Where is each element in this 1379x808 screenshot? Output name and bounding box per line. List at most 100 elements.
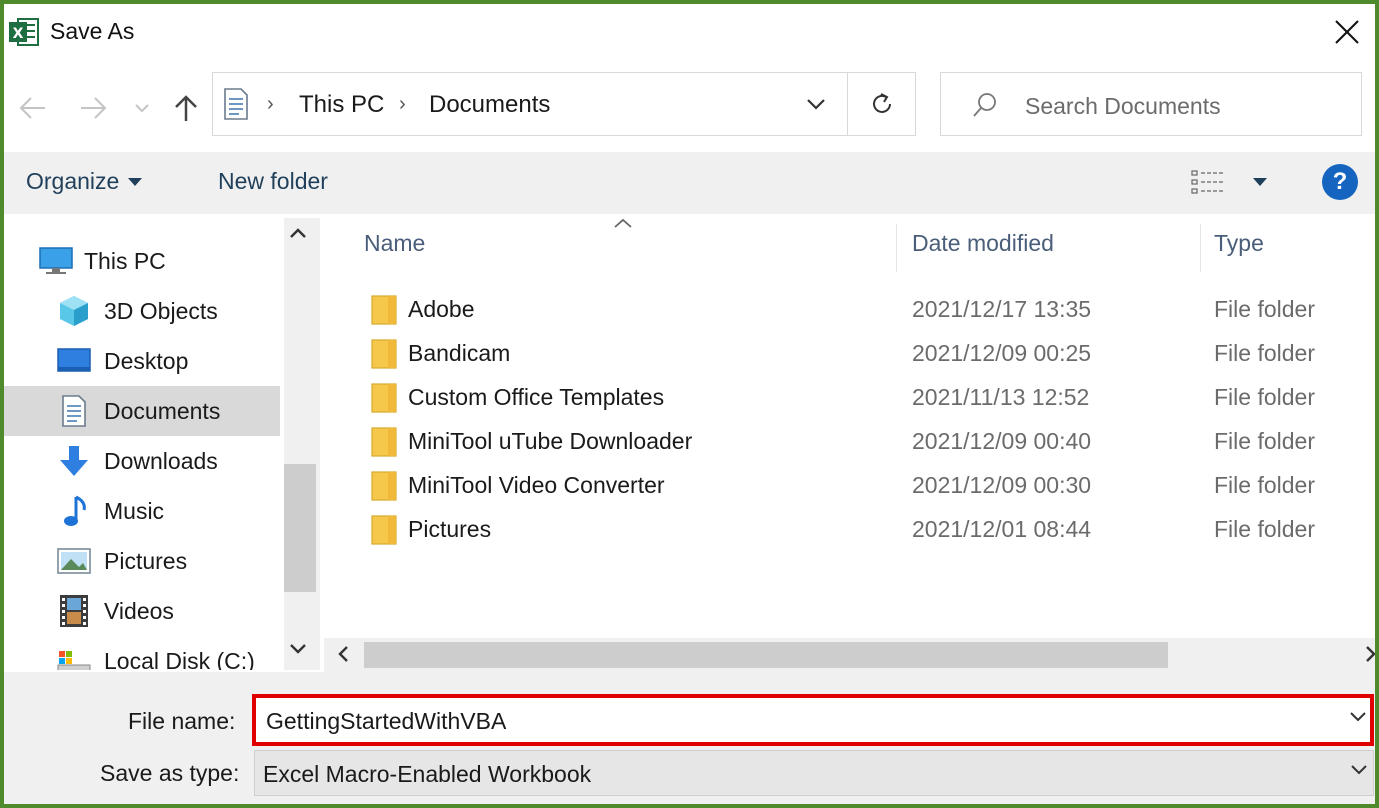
sidebar-item-videos[interactable]: Videos (4, 586, 280, 636)
search-icon (973, 93, 996, 117)
refresh-button[interactable] (847, 73, 915, 135)
sidebar-item-label: This PC (84, 247, 166, 274)
breadcrumb-this-pc[interactable]: This PC (299, 91, 384, 119)
file-date: 2021/12/01 08:44 (912, 516, 1092, 542)
save-as-type-value: Excel Macro-Enabled Workbook (263, 761, 592, 787)
address-dropdown-button[interactable] (801, 89, 831, 119)
chevron-down-icon[interactable] (1348, 710, 1368, 724)
file-date: 2021/12/09 00:25 (912, 340, 1092, 366)
sidebar-item-label: Documents (104, 397, 221, 424)
list-item[interactable]: Custom Office Templates 2021/11/13 12:52… (324, 376, 1375, 420)
list-item[interactable]: Pictures 2021/12/01 08:44 File folder (324, 508, 1375, 552)
sidebar-item-local-disk[interactable]: Local Disk (C:) (4, 636, 280, 670)
file-name-input[interactable] (266, 706, 1326, 736)
list-item[interactable]: Adobe 2021/12/17 13:35 File folder (324, 288, 1375, 332)
close-button[interactable] (1319, 4, 1375, 60)
back-arrow-icon (19, 97, 45, 119)
file-name-field[interactable] (252, 694, 1374, 746)
chevron-left-icon (338, 646, 348, 662)
title-bar: X Save As (4, 4, 1375, 64)
scrollbar-thumb[interactable] (364, 642, 1168, 668)
file-date: 2021/11/13 12:52 (912, 384, 1090, 410)
window-title: Save As (50, 18, 135, 44)
organize-button[interactable]: Organize (26, 168, 143, 195)
svg-text:X: X (13, 26, 24, 42)
file-type: File folder (1214, 516, 1315, 542)
folder-icon (371, 427, 397, 457)
sidebar-item-this-pc[interactable]: This PC (4, 236, 280, 286)
column-divider[interactable] (896, 224, 897, 272)
refresh-icon (872, 93, 891, 113)
list-item[interactable]: MiniTool uTube Downloader 2021/12/09 00:… (324, 420, 1375, 464)
help-button[interactable]: ? (1322, 164, 1358, 200)
desktop-icon (56, 343, 92, 379)
forward-button[interactable] (76, 90, 112, 126)
sidebar-item-label: 3D Objects (104, 297, 218, 324)
file-date: 2021/12/09 00:30 (912, 472, 1092, 498)
sidebar-item-downloads[interactable]: Downloads (4, 436, 280, 486)
address-bar[interactable]: › This PC › Documents (212, 72, 916, 136)
chevron-down-icon (135, 104, 149, 113)
save-as-type-label: Save as type: (100, 760, 240, 786)
recent-locations-button[interactable] (128, 90, 156, 126)
back-button[interactable] (14, 90, 50, 126)
file-type: File folder (1214, 340, 1315, 366)
up-button[interactable] (168, 90, 204, 126)
sidebar-item-3d-objects[interactable]: 3D Objects (4, 286, 280, 336)
sort-ascending-icon (614, 218, 632, 228)
horizontal-scrollbar[interactable] (324, 638, 1375, 672)
sidebar-item-label: Videos (104, 597, 174, 624)
file-date: 2021/12/17 13:35 (912, 296, 1092, 322)
column-header-date[interactable]: Date modified (912, 230, 1054, 257)
change-view-button[interactable] (1190, 168, 1268, 196)
close-icon (1335, 20, 1359, 44)
forward-arrow-icon (81, 97, 107, 119)
file-name: MiniTool uTube Downloader (408, 428, 693, 454)
chevron-up-icon (290, 228, 306, 238)
sidebar-item-label: Downloads (104, 447, 218, 474)
scrollbar-thumb[interactable] (284, 464, 316, 592)
caret-down-icon (1253, 178, 1267, 186)
file-name: Bandicam (408, 340, 511, 366)
up-arrow-icon (175, 95, 197, 121)
search-placeholder[interactable]: Search Documents (1025, 93, 1221, 120)
sidebar-item-pictures[interactable]: Pictures (4, 536, 280, 586)
music-icon (56, 493, 92, 529)
chevron-down-icon (807, 99, 825, 110)
sidebar-item-music[interactable]: Music (4, 486, 280, 536)
list-item[interactable]: Bandicam 2021/12/09 00:25 File folder (324, 332, 1375, 376)
save-as-type-select[interactable]: Excel Macro-Enabled Workbook (254, 750, 1374, 796)
search-box[interactable]: Search Documents (940, 72, 1362, 136)
chevron-right-icon (1366, 646, 1375, 662)
documents-icon (224, 88, 248, 120)
column-divider[interactable] (1200, 224, 1201, 272)
list-item[interactable]: MiniTool Video Converter 2021/12/09 00:3… (324, 464, 1375, 508)
file-name: MiniTool Video Converter (408, 472, 665, 498)
3d-objects-icon (56, 293, 92, 329)
download-icon (56, 443, 92, 479)
file-type: File folder (1214, 384, 1315, 410)
breadcrumb-separator: › (399, 93, 406, 115)
new-folder-button[interactable]: New folder (218, 168, 328, 195)
file-name-label: File name: (128, 708, 236, 734)
navigation-scrollbar[interactable] (284, 218, 320, 670)
excel-icon: X (9, 18, 39, 46)
breadcrumb-separator: › (267, 93, 274, 115)
file-list: Name Date modified Type Adobe 2021/12/17… (324, 218, 1375, 638)
sidebar-item-documents[interactable]: Documents (4, 386, 280, 436)
documents-icon (56, 393, 92, 429)
drive-icon (56, 643, 92, 670)
breadcrumb-documents[interactable]: Documents (429, 91, 550, 119)
caret-down-icon (128, 177, 143, 186)
organize-label: Organize (26, 168, 120, 194)
file-type: File folder (1214, 296, 1315, 322)
folder-icon (371, 295, 397, 325)
sidebar-item-desktop[interactable]: Desktop (4, 336, 280, 386)
column-header-type[interactable]: Type (1214, 230, 1264, 257)
folder-icon (371, 471, 397, 501)
pictures-icon (56, 543, 92, 579)
folder-icon (371, 383, 397, 413)
save-options-panel: File name: Save as type: Excel Macro-Ena… (4, 672, 1375, 804)
column-header-name[interactable]: Name (364, 230, 425, 257)
file-date: 2021/12/09 00:40 (912, 428, 1092, 454)
